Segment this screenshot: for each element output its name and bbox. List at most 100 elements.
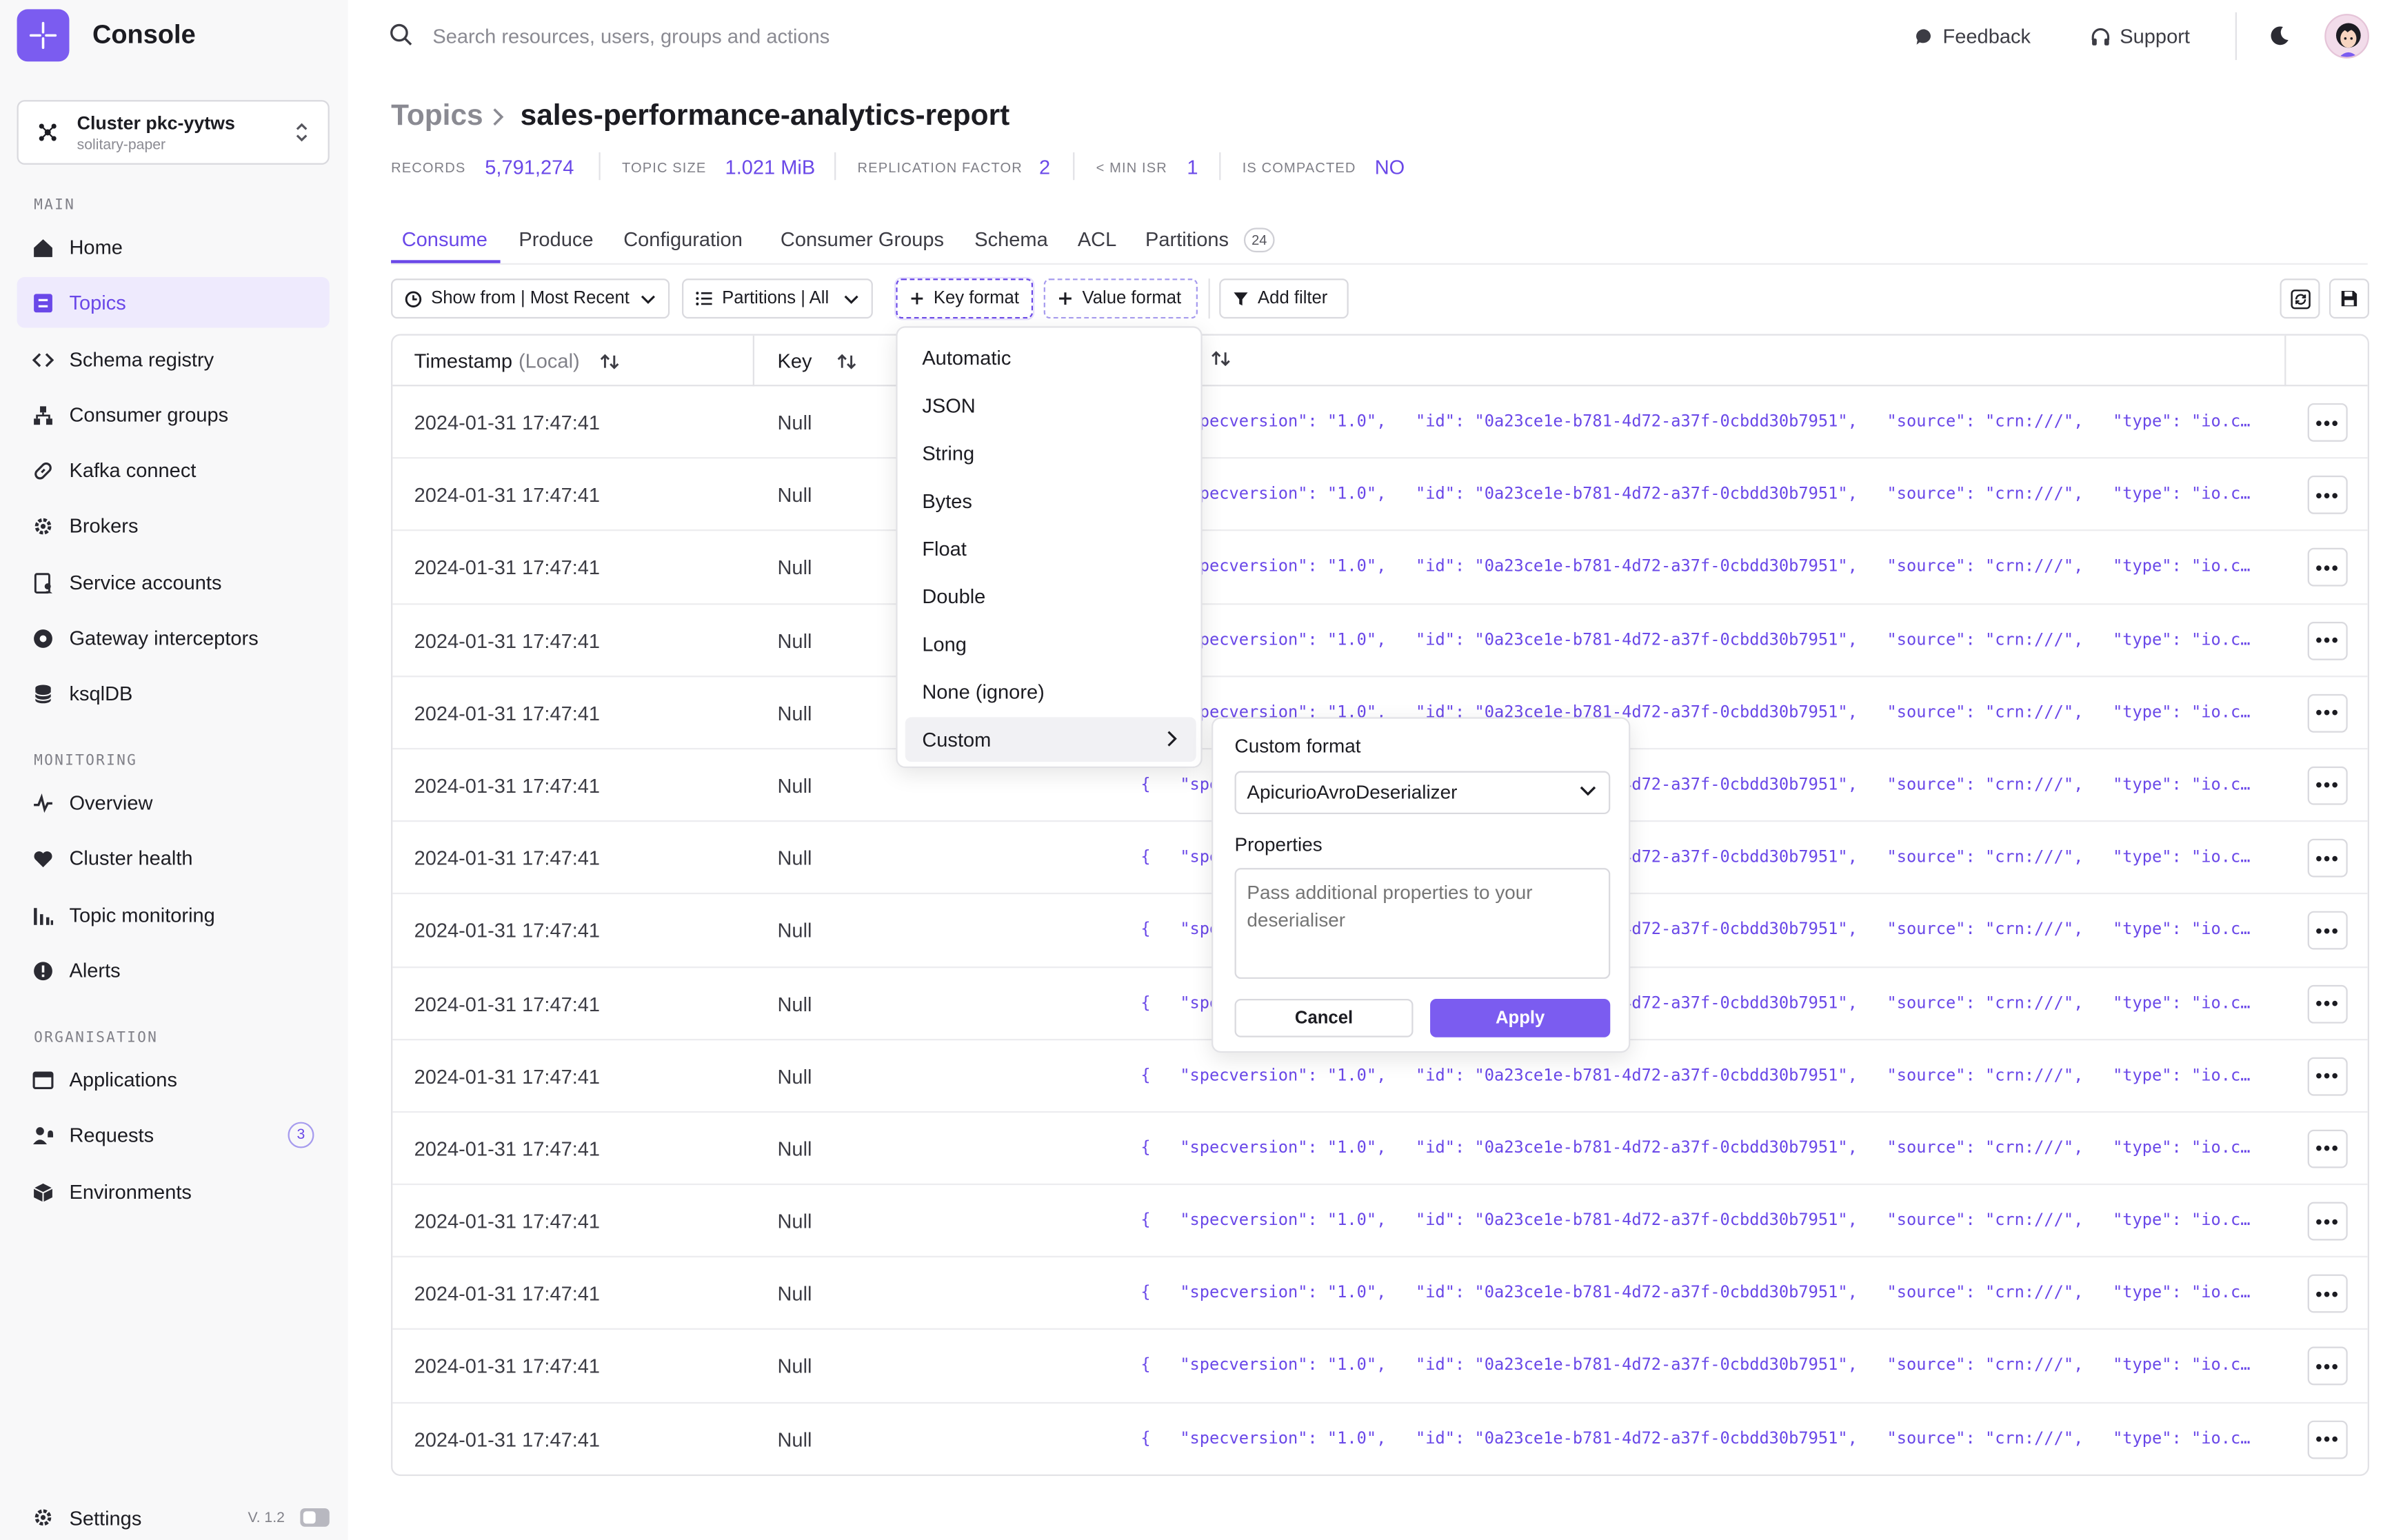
sidebar-item-home[interactable]: Home [17,221,330,272]
row-more-actions-button[interactable]: ••• [2307,476,2348,515]
row-more-actions-button[interactable]: ••• [2307,403,2348,442]
tab-acl[interactable]: ACL [1078,227,1116,250]
partitions-dropdown[interactable]: Partitions | All [682,278,873,319]
column-header-timestamp[interactable]: Timestamp (Local) [414,349,620,372]
sidebar-item-requests[interactable]: Requests 3 [17,1110,330,1161]
tab-produce[interactable]: Produce [519,227,593,250]
search-icon[interactable] [390,23,412,54]
sort-icon[interactable] [836,352,858,370]
row-more-actions-button[interactable]: ••• [2307,693,2348,733]
chat-bubble-icon [1916,28,1931,44]
sort-icon[interactable] [1210,349,1231,368]
row-more-actions-button[interactable]: ••• [2307,766,2348,805]
deserializer-select[interactable]: ApicurioAvroDeserializer [1234,771,1611,815]
row-more-actions-button[interactable]: ••• [2307,1275,2348,1313]
tab-configuration[interactable]: Configuration [623,227,743,250]
tab-consume[interactable]: Consume [402,227,487,250]
sidebar-item-schema-registry[interactable]: Schema registry [17,334,330,385]
apply-button[interactable]: Apply [1430,998,1611,1037]
menu-item-none-ignore[interactable]: None (ignore) [905,669,1196,714]
global-search-input[interactable]: Search resources, users, groups and acti… [432,25,829,48]
table-row[interactable]: 2024-01-31 17:47:41 Null { "specversion": … [392,531,2368,605]
cluster-selector[interactable]: Cluster pkc-yytws solitary-paper [17,100,330,165]
column-header-key[interactable]: Key [777,349,858,372]
cell-timestamp: 2024-01-31 17:47:41 [414,991,601,1015]
refresh-button[interactable] [2280,278,2320,319]
sidebar-item-label: Alerts [69,958,121,982]
sidebar-item-alerts[interactable]: Alerts [17,945,330,996]
row-more-actions-button[interactable]: ••• [2307,1347,2348,1386]
row-more-actions-button[interactable]: ••• [2307,620,2348,660]
row-more-actions-button[interactable]: ••• [2307,548,2348,587]
cell-timestamp: 2024-01-31 17:47:41 [414,847,601,870]
sidebar-item-cluster-health[interactable]: Cluster health [17,833,330,884]
sidebar-item-applications[interactable]: Applications [17,1054,330,1105]
tabs-divider [391,263,2368,265]
sidebar-item-ksqldb[interactable]: ksqlDB [17,668,330,719]
console-logo[interactable] [17,9,70,62]
row-more-actions-button[interactable]: ••• [2307,1057,2348,1095]
dark-mode-toggle[interactable] [2269,25,2291,54]
tab-schema[interactable]: Schema [974,227,1048,250]
cell-value: { "specversion": "1.0", "id": "0a23ce1e-… [1140,1356,2259,1375]
row-more-actions-button[interactable]: ••• [2307,1129,2348,1168]
menu-item-custom[interactable]: Custom [905,717,1196,762]
table-row[interactable]: 2024-01-31 17:47:41 Null { "specversion": … [392,1258,2368,1330]
column-divider [752,335,754,387]
table-row[interactable]: 2024-01-31 17:47:41 Null { "specversion": … [392,1185,2368,1258]
breadcrumb-topics-link[interactable]: Topics [391,100,483,134]
menu-item-float[interactable]: Float [905,527,1196,571]
row-more-actions-button[interactable]: ••• [2307,984,2348,1023]
table-row[interactable]: 2024-01-31 17:47:41 Null { "specversion": … [392,386,2368,459]
menu-item-json[interactable]: JSON [905,383,1196,428]
feedback-button[interactable]: Feedback [1915,25,2031,48]
sidebar-collapse-toggle[interactable] [300,1508,330,1527]
row-more-actions-button[interactable]: ••• [2307,911,2348,951]
save-button[interactable] [2329,278,2369,319]
sort-icon[interactable] [599,352,620,370]
row-more-actions-button[interactable]: ••• [2307,1202,2348,1241]
menu-item-string[interactable]: String [905,431,1196,476]
row-more-actions-button[interactable]: ••• [2307,839,2348,878]
cell-timestamp: 2024-01-31 17:47:41 [414,1064,601,1088]
sidebar-item-gateway-interceptors[interactable]: Gateway interceptors [17,613,330,664]
sidebar-item-brokers[interactable]: Brokers [17,500,330,551]
show-from-dropdown[interactable]: Show from | Most Recent [391,278,670,319]
tab-consumer-groups[interactable]: Consumer Groups [781,227,944,250]
feedback-label: Feedback [1942,24,2031,48]
chevron-down-icon [1580,786,1596,796]
menu-item-bytes[interactable]: Bytes [905,478,1196,523]
value-format-button[interactable]: Value format [1043,278,1198,319]
column-header-value-sort[interactable] [1210,349,1231,368]
filter-icon [1234,292,1248,306]
sidebar-item-topics[interactable]: Topics [17,276,330,328]
key-format-button[interactable]: Key format [896,278,1034,319]
cell-value: { "specversion": "1.0", "id": "0a23ce1e-… [1140,1429,2259,1448]
table-row[interactable]: 2024-01-31 17:47:41 Null { "specversion": … [392,1330,2368,1404]
table-row[interactable]: 2024-01-31 17:47:41 Null { "specversion": … [392,1403,2367,1475]
sidebar-item-service-accounts[interactable]: Service accounts [17,557,330,608]
menu-item-automatic[interactable]: Automatic [905,336,1196,381]
cancel-button[interactable]: Cancel [1234,998,1414,1037]
table-row[interactable]: 2024-01-31 17:47:41 Null { "specversion": … [392,1113,2368,1186]
support-button[interactable]: Support [2091,25,2190,48]
properties-textarea[interactable] [1234,868,1611,979]
user-avatar[interactable] [2324,14,2369,59]
menu-item-double[interactable]: Double [905,574,1196,619]
sidebar-item-kafka-connect[interactable]: Kafka connect [17,445,330,496]
sidebar-item-overview[interactable]: Overview [17,777,330,828]
add-filter-button[interactable]: Add filter [1219,278,1349,319]
custom-format-popover: Custom format ApicurioAvroDeserializer P… [1211,717,1631,1053]
tab-partitions[interactable]: Partitions [1145,227,1229,250]
table-row[interactable]: 2024-01-31 17:47:41 Null { "specversion": … [392,604,2368,677]
chevron-down-icon [641,294,655,303]
table-row[interactable]: 2024-01-31 17:47:41 Null { "specversion": … [392,459,2368,532]
sidebar-item-consumer-groups[interactable]: Consumer groups [17,389,330,440]
table-header: Timestamp (Local) Key [392,335,2368,387]
ellipsis-icon: ••• [2315,702,2340,724]
app-title: Console [92,20,196,50]
sidebar-item-environments[interactable]: Environments [17,1166,330,1217]
menu-item-long[interactable]: Long [905,622,1196,667]
row-more-actions-button[interactable]: ••• [2307,1419,2348,1459]
sidebar-item-topic-monitoring[interactable]: Topic monitoring [17,889,330,940]
